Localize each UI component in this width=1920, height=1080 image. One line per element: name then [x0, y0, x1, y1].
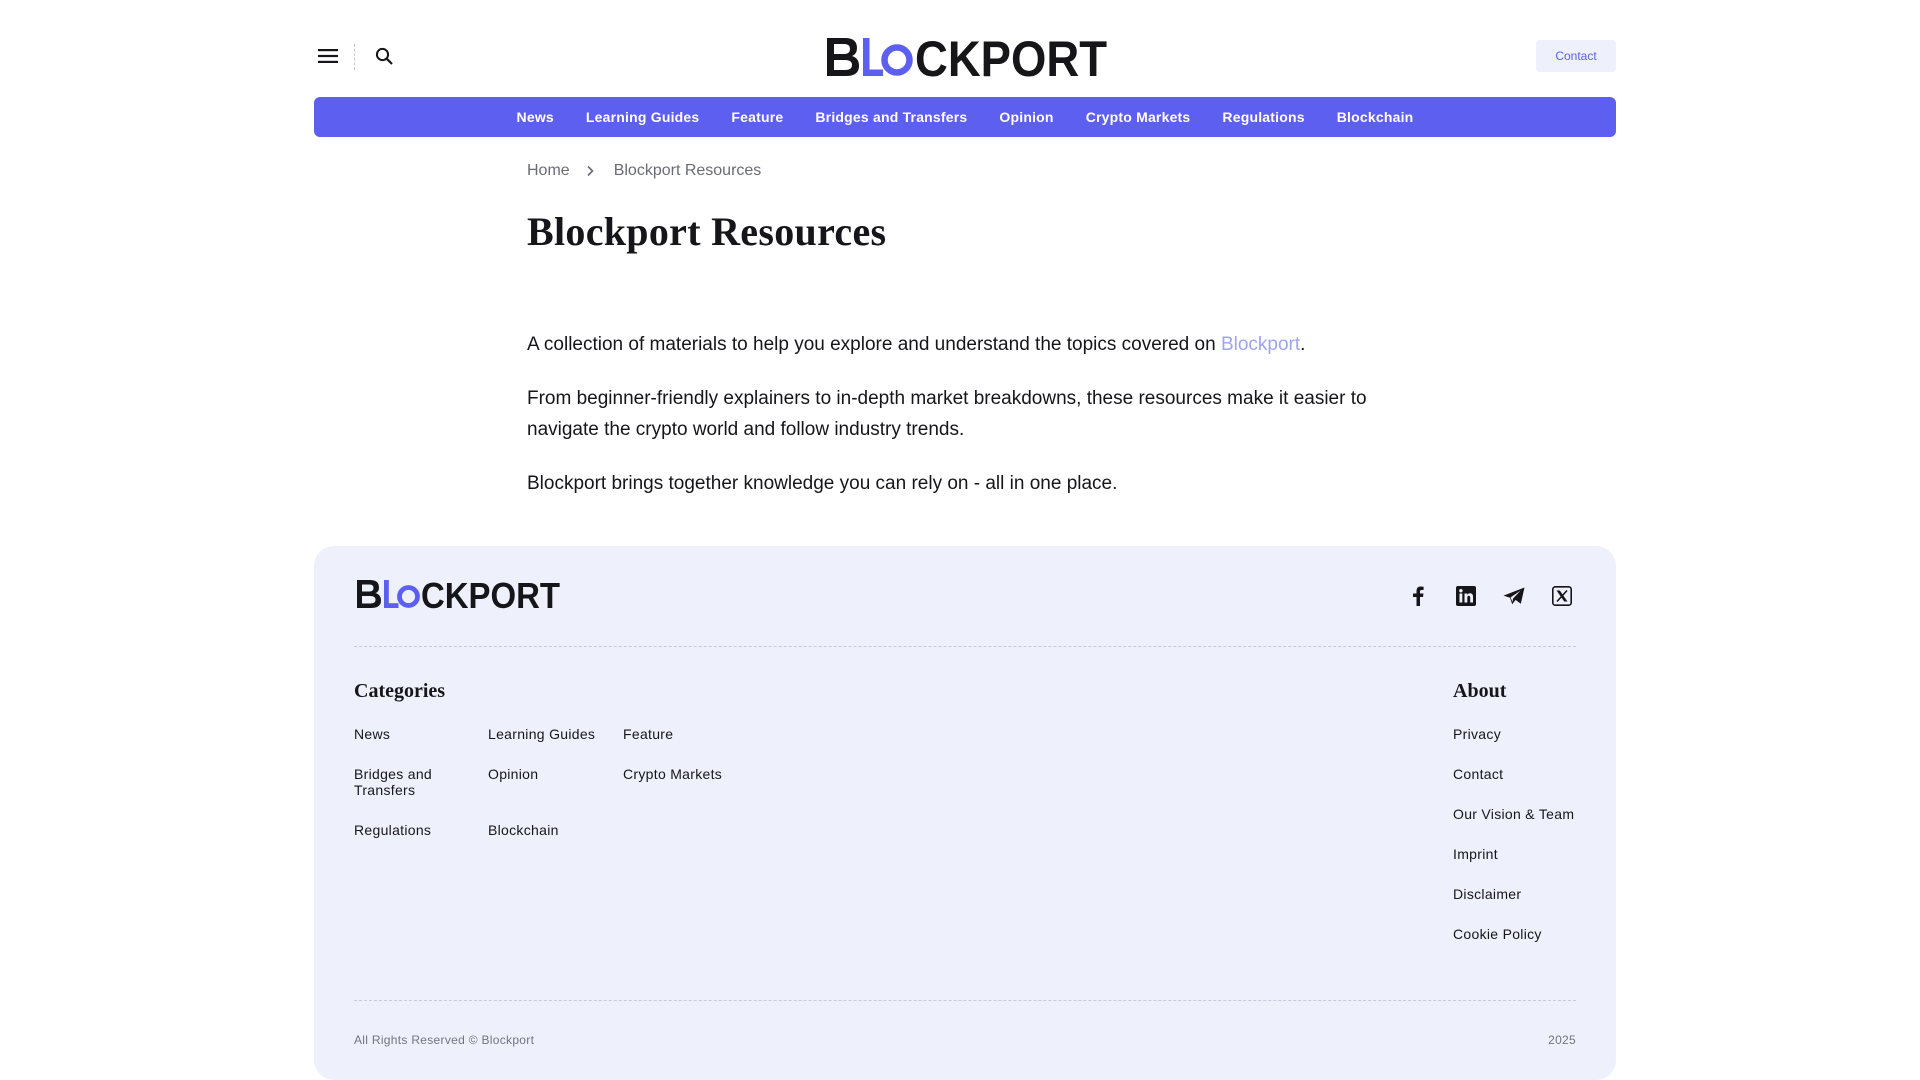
footer-link-our-vision-team[interactable]: Our Vision & Team	[1453, 806, 1574, 822]
footer-about-links: Privacy Contact Our Vision & Team Imprin…	[1453, 726, 1574, 966]
nav-item-crypto-markets[interactable]: Crypto Markets	[1086, 109, 1191, 125]
chevron-right-icon	[582, 163, 598, 179]
breadcrumb: Home Blockport Resources	[527, 162, 761, 180]
hamburger-menu-icon[interactable]	[316, 44, 340, 68]
nav-item-bridges-and-transfers[interactable]: Bridges and Transfers	[815, 109, 967, 125]
blockport-link[interactable]: Blockport	[1221, 334, 1300, 355]
footer-category-crypto-markets[interactable]: Crypto Markets	[623, 766, 722, 782]
site-header: CKPORT Contact	[314, 36, 1616, 78]
facebook-icon[interactable]	[1406, 584, 1430, 608]
contact-button[interactable]: Contact	[1536, 40, 1616, 72]
telegram-icon[interactable]	[1502, 584, 1526, 608]
page-content: A collection of materials to help you ex…	[527, 329, 1407, 522]
nav-item-feature[interactable]: Feature	[731, 109, 783, 125]
footer-divider-top	[354, 646, 1576, 647]
page-title: Blockport Resources	[527, 209, 887, 254]
copyright-text: All Rights Reserved © Blockport	[354, 1033, 535, 1047]
footer-blockport-logo[interactable]: CKPORT	[356, 579, 561, 609]
footer-link-cookie-policy[interactable]: Cookie Policy	[1453, 926, 1574, 942]
linkedin-icon[interactable]	[1454, 584, 1478, 608]
footer-category-feature[interactable]: Feature	[623, 726, 673, 742]
header-divider	[354, 44, 355, 70]
nav-item-news[interactable]: News	[517, 109, 554, 125]
x-icon[interactable]	[1550, 584, 1574, 608]
nav-item-blockchain[interactable]: Blockchain	[1337, 109, 1414, 125]
main-navigation: News Learning Guides Feature Bridges and…	[314, 97, 1616, 137]
svg-text:CKPORT: CKPORT	[421, 579, 560, 609]
footer-category-blockchain[interactable]: Blockchain	[488, 822, 559, 838]
footer-link-contact[interactable]: Contact	[1453, 766, 1574, 782]
copyright-year: 2025	[1548, 1033, 1576, 1047]
nav-item-opinion[interactable]: Opinion	[999, 109, 1053, 125]
footer-category-learning-guides[interactable]: Learning Guides	[488, 726, 595, 742]
footer-category-bridges-and-transfers[interactable]: Bridges and Transfers	[354, 766, 464, 798]
footer-category-opinion[interactable]: Opinion	[488, 766, 538, 782]
blockport-logo[interactable]: CKPORT	[825, 36, 1108, 78]
footer-divider-bottom	[354, 1000, 1576, 1001]
breadcrumb-home-link[interactable]: Home	[527, 162, 570, 180]
social-links	[1406, 584, 1574, 608]
intro-text-end: .	[1300, 334, 1306, 355]
about-heading: About	[1453, 680, 1507, 702]
nav-item-regulations[interactable]: Regulations	[1222, 109, 1304, 125]
footer-category-regulations[interactable]: Regulations	[354, 822, 431, 838]
breadcrumb-current: Blockport Resources	[613, 162, 762, 179]
categories-heading: Categories	[354, 680, 446, 702]
footer-category-news[interactable]: News	[354, 726, 390, 742]
search-icon[interactable]	[372, 44, 396, 68]
nav-item-learning-guides[interactable]: Learning Guides	[586, 109, 699, 125]
footer-link-privacy[interactable]: Privacy	[1453, 726, 1574, 742]
footer-link-disclaimer[interactable]: Disclaimer	[1453, 886, 1574, 902]
footer-link-imprint[interactable]: Imprint	[1453, 846, 1574, 862]
knowledge-paragraph: Blockport brings together knowledge you …	[527, 473, 1118, 494]
intro-text: A collection of materials to help you ex…	[527, 334, 1221, 355]
svg-text:CKPORT: CKPORT	[915, 36, 1107, 78]
explainers-paragraph: From beginner-friendly explainers to in-…	[527, 388, 1367, 440]
site-footer: CKPORT Categories News Learning Guides F…	[314, 546, 1616, 1080]
intro-paragraph: A collection of materials to help you ex…	[527, 329, 1407, 360]
